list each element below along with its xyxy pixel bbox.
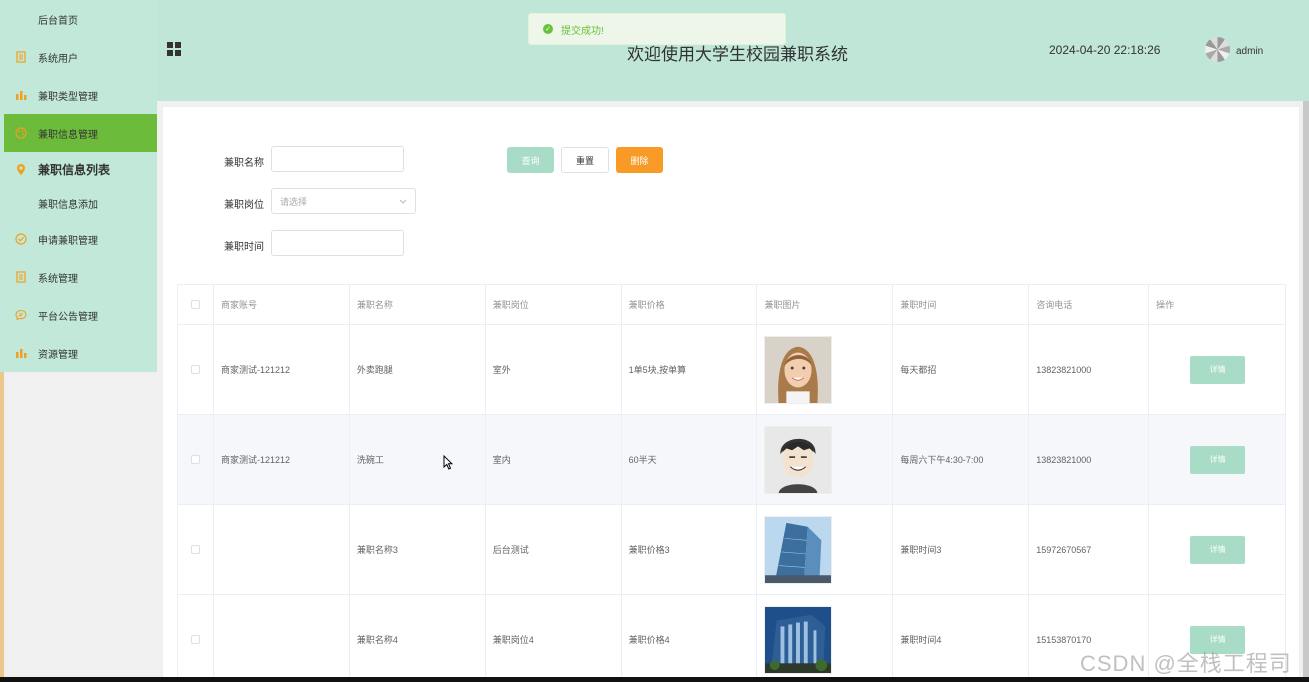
sidebar-item-home[interactable]: 后台首页 <box>4 0 157 38</box>
sidebar-item-label: 系统管理 <box>38 273 78 285</box>
cell-account <box>214 505 350 594</box>
column-header: 兼职价格 <box>622 285 758 324</box>
select-placeholder: 请选择 <box>280 196 308 207</box>
select-all-checkbox[interactable] <box>190 300 200 309</box>
woman-portrait-image <box>764 335 833 404</box>
table-row: 兼职名称3 后台测试 兼职价格3 兼职时间3 15972670567 详情 <box>178 505 1286 595</box>
cell-time: 兼职时间3 <box>893 505 1030 594</box>
bottom-bar <box>0 677 1309 682</box>
cell-name: 外卖跑腿 <box>350 325 486 414</box>
username[interactable]: admin <box>1236 46 1263 57</box>
cell-time: 每周六下午4:30-7:00 <box>893 415 1030 504</box>
cell-time: 兼职时间4 <box>893 595 1030 682</box>
location-pin-icon <box>14 162 28 176</box>
job-name-label: 兼职名称 <box>224 158 264 169</box>
check-circle-icon <box>14 232 28 246</box>
sidebar-item-label: 兼职类型管理 <box>38 91 98 103</box>
chat-icon <box>14 308 28 322</box>
sidebar-item-label: 后台首页 <box>38 15 78 27</box>
cell-position: 兼职岗位4 <box>486 595 622 682</box>
column-header: 兼职名称 <box>350 285 486 324</box>
cartoon-man-image <box>764 425 833 494</box>
sidebar-item-label: 兼职信息添加 <box>38 199 98 211</box>
detail-button[interactable]: 详情 <box>1190 355 1246 384</box>
job-position-label: 兼职岗位 <box>224 200 264 211</box>
sidebar-item-job-add[interactable]: 兼职信息添加 <box>4 184 157 222</box>
cell-price: 60半天 <box>622 415 758 504</box>
row-checkbox[interactable] <box>190 455 200 464</box>
job-time-input[interactable] <box>271 230 404 256</box>
job-position-select[interactable]: 请选择 <box>271 188 416 214</box>
sidebar-item-label: 申请兼职管理 <box>38 235 98 247</box>
sidebar-item-label: 资源管理 <box>38 349 78 361</box>
cell-phone: 15972670567 <box>1029 505 1150 594</box>
cell-position: 后台测试 <box>486 505 622 594</box>
datetime: 2024-04-20 22:18:26 <box>1049 43 1161 57</box>
sidebar-item-label: 兼职信息列表 <box>38 162 111 177</box>
sidebar-item-applications[interactable]: 申请兼职管理 <box>4 220 157 258</box>
sidebar-item-job-info[interactable]: 兼职信息管理 <box>4 114 157 152</box>
table-header: 商家账号 兼职名称 兼职岗位 兼职价格 兼职图片 兼职时间 咨询电话 操作 <box>178 285 1286 325</box>
sidebar-item-system-users[interactable]: 系统用户 <box>4 38 157 76</box>
column-header: 咨询电话 <box>1029 285 1150 324</box>
cell-position: 室外 <box>486 325 622 414</box>
check-icon: ✓ <box>543 24 553 34</box>
success-toast: ✓ 提交成功! <box>528 13 786 45</box>
table-row: 商家测试-121212 洗碗工 室内 60半天 每周六下午4:30-7:00 1… <box>178 415 1286 505</box>
watermark: CSDN @全栈工程司 <box>1080 651 1292 676</box>
reset-button[interactable]: 重置 <box>561 147 609 173</box>
sidebar-item-label: 系统用户 <box>38 53 78 65</box>
row-checkbox[interactable] <box>190 545 200 554</box>
office-building-image <box>764 605 833 674</box>
cell-position: 室内 <box>486 415 622 504</box>
cell-phone: 13823821000 <box>1029 415 1150 504</box>
cell-name: 洗碗工 <box>350 415 486 504</box>
cell-price: 1单5块,按单算 <box>622 325 758 414</box>
column-header: 操作 <box>1149 285 1286 324</box>
table-row: 商家测试-121212 外卖跑腿 室外 1单5块,按单算 每天都招 138238… <box>178 325 1286 415</box>
detail-button[interactable]: 详情 <box>1190 445 1246 474</box>
sidebar-item-system-admin[interactable]: 系统管理 <box>4 258 157 296</box>
document-icon <box>14 50 28 64</box>
bar-chart-icon <box>14 88 28 102</box>
sidebar-item-resources[interactable]: 资源管理 <box>4 334 157 372</box>
avatar[interactable] <box>1205 37 1230 62</box>
sidebar-item-announcements[interactable]: 平台公告管理 <box>4 296 157 334</box>
mouse-cursor-icon <box>443 455 453 470</box>
cell-account: 商家测试-121212 <box>214 415 350 504</box>
cell-time: 每天都招 <box>893 325 1030 414</box>
cell-price: 兼职价格4 <box>622 595 758 682</box>
column-header: 商家账号 <box>214 285 350 324</box>
scrollbar[interactable] <box>1303 101 1309 682</box>
sidebar-item-job-types[interactable]: 兼职类型管理 <box>4 76 157 114</box>
chevron-down-icon <box>399 196 407 206</box>
glass-building-image <box>764 515 833 584</box>
document-icon <box>14 270 28 284</box>
cell-price: 兼职价格3 <box>622 505 758 594</box>
column-header: 兼职岗位 <box>486 285 622 324</box>
row-checkbox[interactable] <box>190 365 200 374</box>
sidebar: 后台首页 系统用户 兼职类型管理 兼职信息管理 兼职信息列表 兼职信息添加 申请… <box>0 0 157 372</box>
job-time-label: 兼职时间 <box>224 242 264 253</box>
cell-account: 商家测试-121212 <box>214 325 350 414</box>
sidebar-item-label: 平台公告管理 <box>38 311 98 323</box>
sidebar-item-job-list[interactable]: 兼职信息列表 <box>4 150 157 188</box>
toast-message: 提交成功! <box>561 25 604 37</box>
detail-button[interactable]: 详情 <box>1190 535 1246 564</box>
column-header: 兼职图片 <box>757 285 894 324</box>
job-table: 商家账号 兼职名称 兼职岗位 兼职价格 兼职图片 兼职时间 咨询电话 操作 商家… <box>177 284 1286 682</box>
cell-name: 兼职名称3 <box>350 505 486 594</box>
query-button[interactable]: 查询 <box>507 147 554 173</box>
cell-name: 兼职名称4 <box>350 595 486 682</box>
palette-icon <box>14 126 28 140</box>
menu-toggle-icon[interactable] <box>167 42 181 56</box>
delete-button[interactable]: 删除 <box>616 147 663 173</box>
row-checkbox[interactable] <box>190 635 200 644</box>
sidebar-item-label: 兼职信息管理 <box>38 129 98 141</box>
cell-phone: 13823821000 <box>1029 325 1150 414</box>
job-name-input[interactable] <box>271 146 404 172</box>
cell-account <box>214 595 350 682</box>
bar-chart-icon <box>14 346 28 360</box>
column-header: 兼职时间 <box>893 285 1030 324</box>
